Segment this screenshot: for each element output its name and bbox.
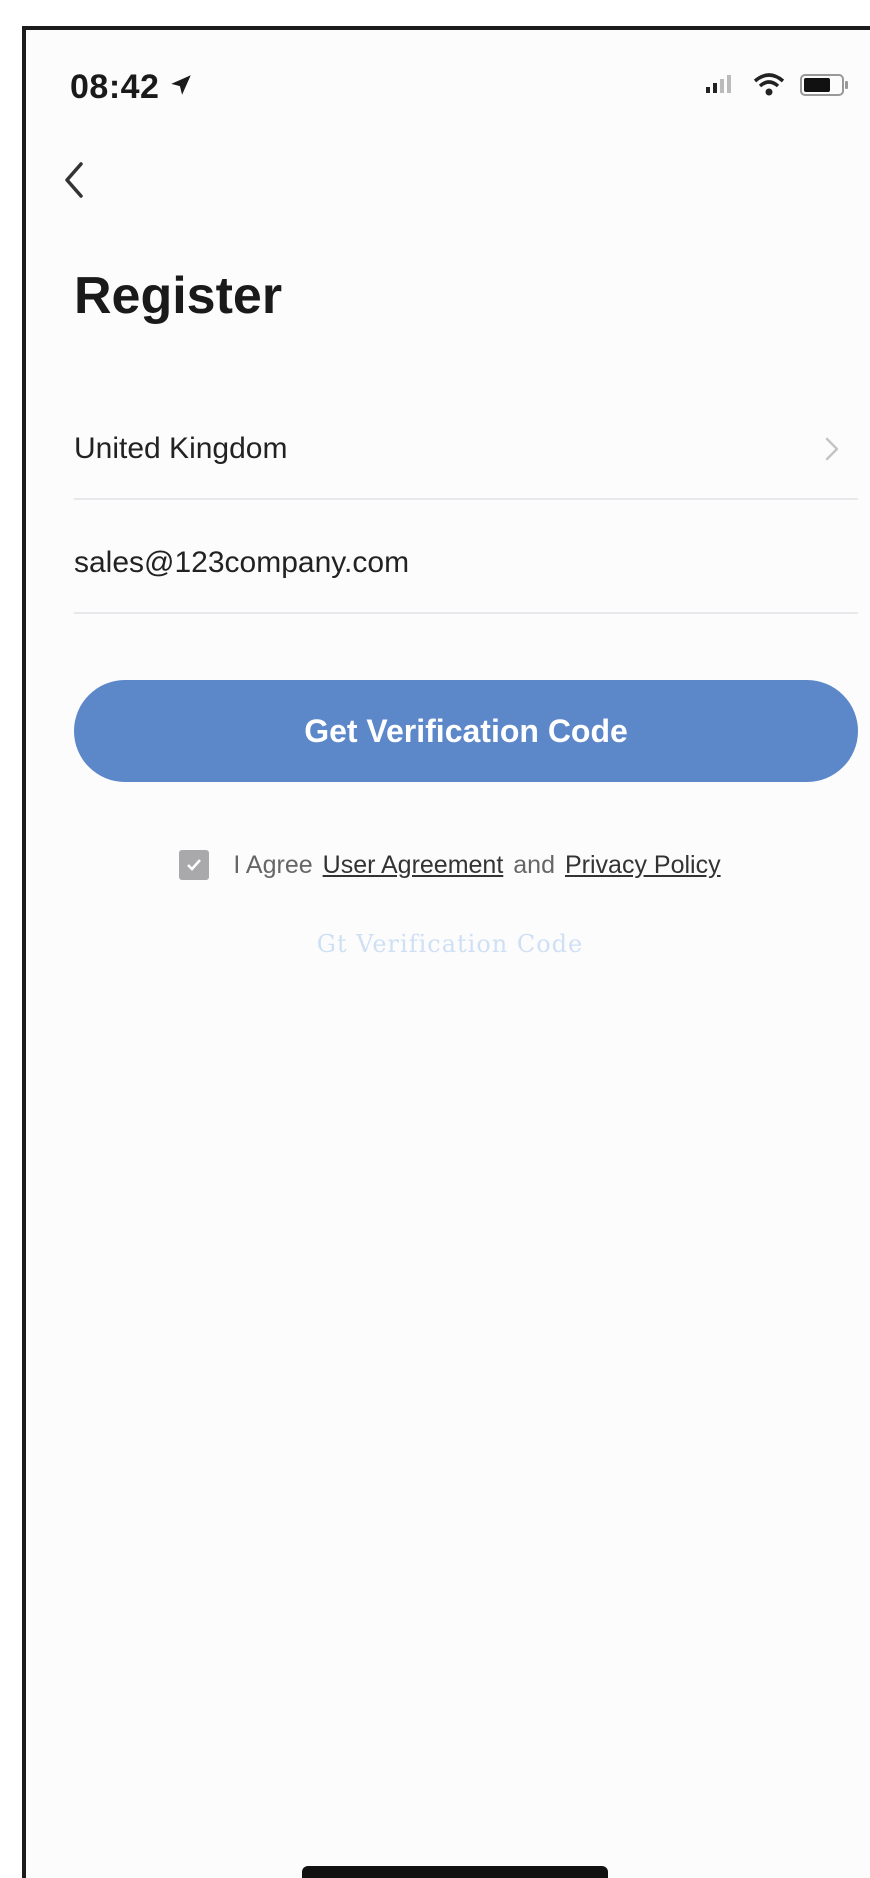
email-row <box>74 514 858 614</box>
privacy-policy-link[interactable]: Privacy Policy <box>565 851 721 880</box>
home-indicator <box>302 1866 608 1878</box>
agreement-row: I Agree User Agreement and Privacy Polic… <box>26 850 870 880</box>
hint-text: Gt Verification Code <box>316 930 584 958</box>
agree-conjunction: and <box>513 850 555 879</box>
signal-icon <box>706 75 731 93</box>
checkmark-icon <box>187 859 202 871</box>
status-time: 08:42 <box>70 68 160 106</box>
user-agreement-link[interactable]: User Agreement <box>323 851 504 880</box>
phone-screen: 08:42 Register United Kingdom sales@123c… <box>22 26 870 1878</box>
chevron-right-icon <box>825 437 839 461</box>
chevron-left-icon <box>65 162 83 198</box>
page-title: Register <box>74 267 283 325</box>
country-selector[interactable]: United Kingdom <box>74 400 858 500</box>
wifi-icon <box>753 73 785 96</box>
agree-checkbox[interactable] <box>179 850 210 880</box>
battery-icon <box>800 74 848 96</box>
agree-prefix: I Agree <box>233 850 313 879</box>
country-value: United Kingdom <box>74 432 288 465</box>
status-icons <box>704 72 850 98</box>
location-arrow-icon <box>171 75 191 95</box>
back-button[interactable] <box>44 150 104 210</box>
get-verification-code-button[interactable]: Get Verification Code <box>74 680 858 782</box>
email-input[interactable] <box>74 546 858 580</box>
status-bar: 08:42 <box>26 30 870 150</box>
